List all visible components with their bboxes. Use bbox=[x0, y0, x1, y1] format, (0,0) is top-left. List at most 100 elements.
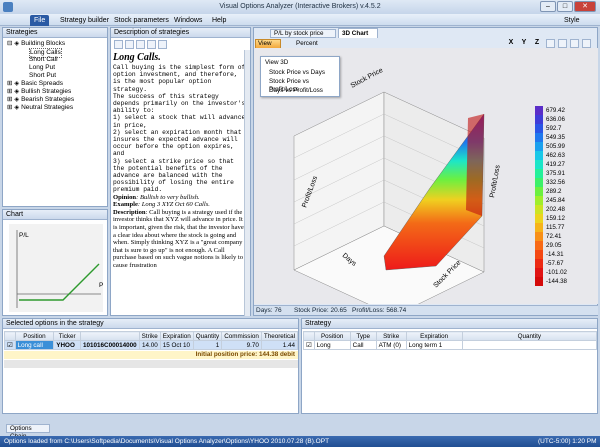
col-strike[interactable]: Strike bbox=[375, 331, 407, 341]
style-menu[interactable]: Style bbox=[560, 15, 584, 26]
legend-swatch bbox=[535, 232, 543, 241]
menu-stock-parameters[interactable]: Stock parameters bbox=[110, 15, 173, 26]
table-row[interactable]: ☑ Long Call ATM (0) Long term 1 bbox=[303, 340, 598, 350]
col-position[interactable]: Position bbox=[313, 331, 351, 341]
col-position[interactable]: Position bbox=[14, 331, 55, 341]
menu-windows[interactable]: Windows bbox=[170, 15, 206, 26]
row-theoretical: 1.44 bbox=[260, 340, 299, 350]
opinion-label: Opinion bbox=[113, 193, 137, 201]
paste-icon[interactable] bbox=[125, 40, 134, 49]
legend-value: 636.06 bbox=[546, 116, 565, 123]
axis-stock-price-top: Stock Price bbox=[350, 67, 385, 90]
view-menu-item-price-vs-days[interactable]: Stock Price vs Days bbox=[269, 69, 325, 77]
color-legend: 679.42 636.06 592.7 549.35 505.99 462.63 419.2… bbox=[535, 106, 583, 288]
col-commission[interactable]: Commission bbox=[221, 331, 262, 341]
maximize-button[interactable]: □ bbox=[557, 1, 573, 12]
tree-long-put[interactable]: Long Put bbox=[29, 64, 55, 72]
table-row[interactable]: ☑ Long call YHOO 101016C00014000 14.00 1… bbox=[4, 340, 299, 350]
description-mono: Call buying is the simplest form of opti… bbox=[113, 64, 246, 194]
legend-value: 72.41 bbox=[546, 233, 562, 240]
row-strike: 14.00 bbox=[138, 340, 161, 350]
tree-short-call[interactable]: Short Call bbox=[29, 56, 58, 64]
col-theoretical[interactable]: Theoretical bbox=[260, 331, 299, 341]
row-quantity bbox=[461, 340, 598, 350]
tab-3d-chart[interactable]: 3D Chart bbox=[338, 28, 378, 38]
tree-label: Long Put bbox=[29, 64, 56, 71]
description-scrollbar[interactable] bbox=[244, 50, 250, 316]
selected-options-table: Position Ticker Strike Expiration Quanti… bbox=[4, 331, 299, 350]
legend-value: 115.77 bbox=[546, 224, 565, 231]
row-contract: 101016C00014000 bbox=[80, 340, 140, 350]
tab-options-chain[interactable]: Options Chain bbox=[6, 424, 50, 440]
opinion-line: Opinion: Bullish to very bullish. bbox=[113, 194, 248, 202]
axis-profitloss-right: Profit/Loss bbox=[489, 164, 502, 198]
chart-header: Chart bbox=[3, 210, 107, 220]
tree-short-put[interactable]: Short Put bbox=[29, 72, 56, 80]
settings-icon[interactable] bbox=[158, 40, 167, 49]
y-axis-button[interactable]: Y bbox=[519, 39, 529, 48]
row-quantity: 1 bbox=[192, 340, 223, 350]
table-header-row: Position Type Strike Expiration Quantity bbox=[303, 331, 598, 341]
minimize-button[interactable]: – bbox=[540, 1, 556, 12]
menu-file[interactable]: File bbox=[30, 15, 50, 26]
title-bar: Visual Options Analyzer (Interactive Bro… bbox=[0, 0, 600, 14]
status-file-path: Options loaded from C:\Users\Softpedia\D… bbox=[4, 438, 330, 445]
tree-label: Bearish Strategies bbox=[21, 96, 75, 103]
menu-strategy-builder[interactable]: Strategy builder bbox=[56, 15, 113, 26]
print-icon[interactable] bbox=[147, 40, 156, 49]
legend-swatch bbox=[535, 250, 543, 259]
percent-toggle[interactable]: Percent bbox=[296, 40, 318, 48]
tree-neutral[interactable]: ⊞ ◈ Neutral Strategies bbox=[7, 104, 73, 112]
row-checkbox[interactable]: ☑ bbox=[303, 340, 315, 350]
legend-swatch bbox=[535, 268, 543, 277]
tree-bullish[interactable]: ⊞ ◈ Bullish Strategies bbox=[7, 88, 71, 96]
tab-pl-by-stock-price[interactable]: P/L by stock price bbox=[270, 29, 336, 38]
description-text: Long Calls. Call buying is the simplest … bbox=[113, 52, 248, 332]
close-button[interactable]: ✕ bbox=[574, 1, 596, 12]
initial-position-price: Initial position price: 144.38 debit bbox=[4, 351, 298, 359]
legend-swatch bbox=[535, 142, 543, 151]
row-position: Long bbox=[313, 340, 351, 350]
example-text: : Long 3 XYZ Oct 60 Calls. bbox=[137, 201, 210, 209]
legend-value: 419.27 bbox=[546, 161, 565, 168]
row-checkbox[interactable]: ☑ bbox=[4, 340, 16, 350]
menu-help[interactable]: Help bbox=[208, 15, 230, 26]
legend-value: 245.84 bbox=[546, 197, 565, 204]
tree-basic-spreads[interactable]: ⊞ ◈ Basic Spreads bbox=[7, 80, 63, 88]
z-axis-button[interactable]: Z bbox=[532, 39, 542, 48]
status-profit-loss: Profit/Loss: 568.74 bbox=[352, 307, 407, 314]
row-ticker: YHOO bbox=[53, 340, 82, 350]
empty-row bbox=[4, 360, 298, 368]
view-menu-item-view-3d[interactable]: View 3D bbox=[265, 59, 288, 67]
tree-bearish[interactable]: ⊞ ◈ Bearish Strategies bbox=[7, 96, 74, 104]
save-icon[interactable] bbox=[570, 39, 579, 48]
legend-value: 332.56 bbox=[546, 179, 565, 186]
tree-label: Short Put bbox=[29, 72, 57, 79]
col-strike[interactable]: Strike bbox=[138, 331, 161, 341]
status-clock: (UTC-5:00) 1:20 PM bbox=[538, 438, 597, 445]
zoom-icon[interactable] bbox=[558, 39, 567, 48]
legend-swatch bbox=[535, 259, 543, 268]
col-quantity[interactable]: Quantity bbox=[461, 331, 598, 341]
legend-value: 505.99 bbox=[546, 143, 565, 150]
open-icon[interactable] bbox=[136, 40, 145, 49]
row-position: Long call bbox=[14, 340, 55, 350]
tree-label: Building Blocks bbox=[21, 40, 66, 47]
print-chart-icon[interactable] bbox=[582, 39, 591, 48]
tree-building-blocks[interactable]: ⊟ ◈ Building Blocks bbox=[7, 40, 65, 48]
strategies-header: Strategies bbox=[3, 28, 107, 38]
legend-swatch bbox=[535, 124, 543, 133]
row-type: Call bbox=[349, 340, 377, 350]
legend-value: 679.42 bbox=[546, 107, 565, 114]
col-expiration[interactable]: Expiration bbox=[159, 331, 194, 341]
opinion-text: : Bullish to very bullish. bbox=[136, 193, 200, 201]
col-expiration[interactable]: Expiration bbox=[405, 331, 463, 341]
x-axis-button[interactable]: X bbox=[506, 39, 516, 48]
col-quantity[interactable]: Quantity bbox=[192, 331, 223, 341]
rotate-icon[interactable] bbox=[546, 39, 555, 48]
legend-swatch bbox=[535, 205, 543, 214]
col-ticker[interactable]: Ticker bbox=[53, 331, 82, 341]
copy-icon[interactable] bbox=[114, 40, 123, 49]
col-type[interactable]: Type bbox=[349, 331, 377, 341]
view-menu-item-days-vs-pl[interactable]: Days vs Profit/Loss bbox=[269, 87, 323, 95]
